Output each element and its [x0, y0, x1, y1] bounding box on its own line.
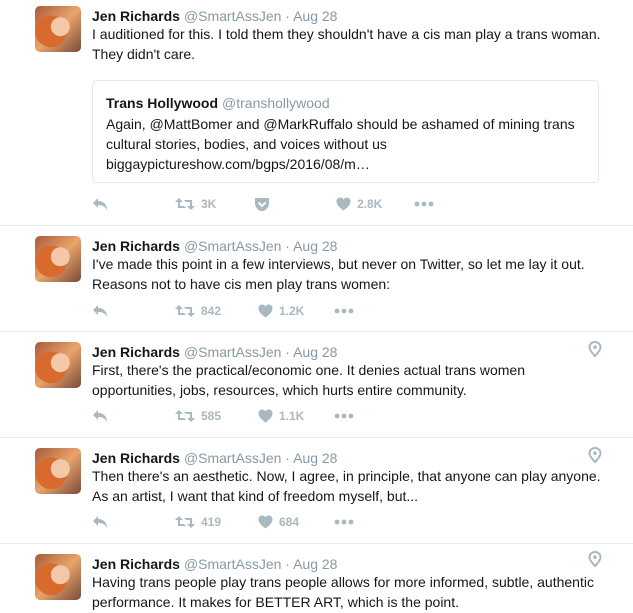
- retweet-icon: [175, 409, 195, 423]
- author-handle[interactable]: @SmartAssJen: [184, 238, 281, 254]
- heart-icon: [336, 197, 351, 211]
- heart-icon: [258, 515, 273, 529]
- tweet-header: Jen Richards @SmartAssJen · Aug 28: [92, 343, 337, 361]
- separator: ·: [285, 556, 290, 572]
- separator: ·: [285, 8, 290, 24]
- retweet-count: 3K: [201, 197, 217, 211]
- retweet-count: 842: [201, 304, 222, 318]
- reply-icon: [92, 304, 109, 318]
- avatar[interactable]: [35, 554, 81, 600]
- retweet-icon: [175, 304, 195, 318]
- author-name[interactable]: Jen Richards: [92, 556, 180, 572]
- avatar[interactable]: [35, 342, 81, 388]
- tweet[interactable]: Jen Richards @SmartAssJen · Aug 28 Then t…: [0, 438, 633, 544]
- author-name[interactable]: Jen Richards: [92, 450, 180, 466]
- retweet-count: 585: [201, 409, 222, 423]
- tweet-header: Jen Richards @SmartAssJen · Aug 28: [92, 449, 337, 467]
- location-pin-icon[interactable]: [588, 340, 602, 358]
- pocket-button[interactable]: [254, 194, 270, 214]
- more-button[interactable]: [334, 406, 354, 426]
- avatar[interactable]: [35, 236, 81, 282]
- like-count: 684: [279, 515, 300, 529]
- tweet-text: Having trans people play trans people al…: [92, 574, 594, 610]
- reply-icon: [92, 515, 109, 529]
- author-handle[interactable]: @SmartAssJen: [184, 450, 281, 466]
- location-pin-icon[interactable]: [588, 550, 602, 568]
- retweet-button[interactable]: 419: [175, 512, 221, 532]
- more-icon: [334, 519, 354, 525]
- more-icon: [414, 201, 434, 207]
- timestamp[interactable]: Aug 28: [293, 344, 337, 360]
- quoted-tweet-header: Trans Hollywood @transhollywood: [106, 94, 330, 112]
- reply-button[interactable]: [92, 301, 109, 321]
- like-button[interactable]: 1.2K: [258, 301, 304, 321]
- tweet-text: Then there's an aesthetic. Now, I agree,…: [92, 468, 601, 504]
- tweet-text: First, there's the practical/economic on…: [92, 362, 525, 398]
- author-handle[interactable]: @SmartAssJen: [184, 8, 281, 24]
- tweet-header: Jen Richards @SmartAssJen · Aug 28: [92, 7, 337, 25]
- quoted-tweet-text: Again, @MattBomer and @MarkRuffalo shoul…: [106, 116, 575, 172]
- quoted-author-handle: @transhollywood: [222, 95, 330, 111]
- tweet[interactable]: Jen Richards @SmartAssJen · Aug 28 Having…: [0, 544, 633, 613]
- heart-icon: [258, 304, 273, 318]
- tweet-text: I've made this point in a few interviews…: [92, 256, 585, 292]
- like-count: 1.1K: [279, 409, 305, 423]
- reply-icon: [92, 409, 109, 423]
- timestamp[interactable]: Aug 28: [293, 8, 337, 24]
- timestamp[interactable]: Aug 28: [293, 450, 337, 466]
- author-name[interactable]: Jen Richards: [92, 8, 180, 24]
- author-name[interactable]: Jen Richards: [92, 238, 180, 254]
- retweet-icon: [175, 515, 195, 529]
- retweet-count: 419: [201, 515, 222, 529]
- tweet-header: Jen Richards @SmartAssJen · Aug 28: [92, 237, 337, 255]
- separator: ·: [285, 450, 290, 466]
- like-count: 2.8K: [357, 197, 383, 211]
- reply-button[interactable]: [92, 194, 109, 214]
- more-icon: [334, 413, 354, 419]
- author-name[interactable]: Jen Richards: [92, 344, 180, 360]
- heart-icon: [258, 409, 273, 423]
- tweet[interactable]: Jen Richards @SmartAssJen · Aug 28 I audi…: [0, 0, 633, 226]
- reply-button[interactable]: [92, 406, 109, 426]
- tweet[interactable]: Jen Richards @SmartAssJen · Aug 28 I've m…: [0, 226, 633, 332]
- retweet-button[interactable]: 585: [175, 406, 221, 426]
- quoted-tweet[interactable]: Trans Hollywood @transhollywood Again, @M…: [92, 80, 599, 183]
- tweet[interactable]: Jen Richards @SmartAssJen · Aug 28 First,…: [0, 332, 633, 438]
- tweet-text: I auditioned for this. I told them they …: [92, 26, 601, 62]
- avatar[interactable]: [35, 448, 81, 494]
- retweet-button[interactable]: 842: [175, 301, 221, 321]
- like-button[interactable]: 2.8K: [336, 194, 382, 214]
- author-handle[interactable]: @SmartAssJen: [184, 344, 281, 360]
- separator: ·: [285, 344, 290, 360]
- reply-button[interactable]: [92, 512, 109, 532]
- more-button[interactable]: [414, 194, 434, 214]
- reply-icon: [92, 197, 109, 211]
- more-button[interactable]: [334, 512, 354, 532]
- retweet-button[interactable]: 3K: [175, 194, 216, 214]
- like-button[interactable]: 684: [258, 512, 299, 532]
- retweet-icon: [175, 197, 195, 211]
- separator: ·: [285, 238, 290, 254]
- tweet-header: Jen Richards @SmartAssJen · Aug 28: [92, 555, 337, 573]
- pocket-icon: [254, 197, 270, 212]
- timestamp[interactable]: Aug 28: [293, 556, 337, 572]
- more-icon: [334, 308, 354, 314]
- like-button[interactable]: 1.1K: [258, 406, 304, 426]
- location-pin-icon[interactable]: [588, 446, 602, 464]
- timestamp[interactable]: Aug 28: [293, 238, 337, 254]
- more-button[interactable]: [334, 301, 354, 321]
- avatar[interactable]: [35, 6, 81, 52]
- like-count: 1.2K: [279, 304, 305, 318]
- author-handle[interactable]: @SmartAssJen: [184, 556, 281, 572]
- quoted-author-name: Trans Hollywood: [106, 95, 219, 111]
